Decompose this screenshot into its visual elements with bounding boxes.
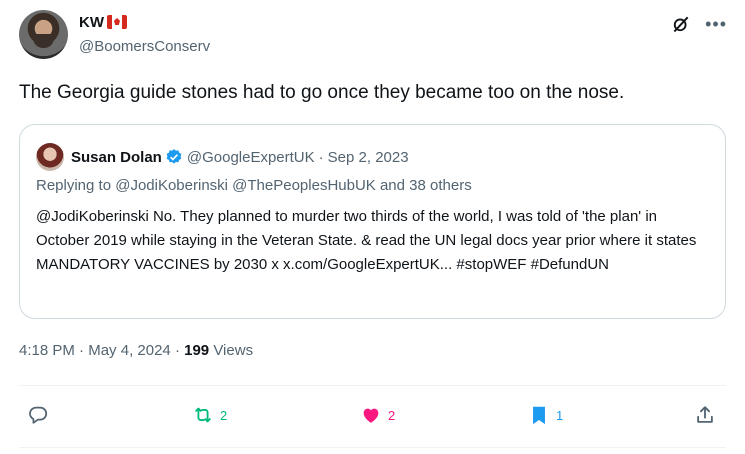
grok-icon[interactable] [671, 14, 691, 34]
avatar-beard [33, 34, 54, 48]
repost-icon [195, 407, 211, 423]
quote-header: Susan Dolan @GoogleExpertUK · Sep 2, 202… [36, 143, 409, 171]
quote-date[interactable]: Sep 2, 2023 [328, 149, 409, 166]
meta-separator: · [174, 342, 180, 359]
verified-badge-icon [166, 149, 182, 164]
quote-author-name[interactable]: Susan Dolan [71, 149, 162, 166]
tweet-time[interactable]: 4:18 PM [19, 342, 75, 359]
author-name-row[interactable]: KW [79, 12, 210, 32]
bookmark-count: 1 [556, 407, 564, 423]
canada-flag-icon [107, 15, 127, 29]
quoted-tweet[interactable]: Susan Dolan @GoogleExpertUK · Sep 2, 202… [19, 124, 726, 319]
action-bar: 2 2 1 [0, 400, 745, 430]
quote-replying-to: Replying to @JodiKoberinski @ThePeoplesH… [36, 177, 472, 194]
quote-author-handle[interactable]: @GoogleExpertUK [187, 149, 315, 166]
author-handle[interactable]: @BoomersConserv [79, 38, 210, 55]
more-icon[interactable]: ••• [705, 15, 727, 33]
share-button[interactable] [694, 400, 716, 430]
divider [19, 447, 726, 448]
meta-separator: · [79, 342, 85, 359]
repost-button[interactable]: 2 [192, 400, 227, 430]
reply-icon [29, 406, 48, 424]
reply-button[interactable] [27, 400, 49, 430]
repost-count: 2 [220, 407, 228, 423]
bookmark-button[interactable]: 1 [528, 400, 563, 430]
views-count: 199 [184, 342, 210, 359]
share-icon [697, 406, 713, 423]
divider [19, 385, 726, 386]
author-avatar[interactable] [19, 10, 68, 59]
bookmark-icon [533, 406, 545, 425]
like-count: 2 [388, 407, 396, 423]
quote-separator: · [318, 148, 324, 166]
tweet-date[interactable]: May 4, 2024 [88, 342, 171, 359]
views-label: Views [213, 342, 254, 359]
quote-avatar[interactable] [36, 143, 64, 171]
heart-icon [363, 408, 379, 423]
tweet-text: The Georgia guide stones had to go once … [19, 82, 625, 103]
author-info: KW @BoomersConserv [79, 12, 210, 56]
quote-body: @JodiKoberinski No. They planned to murd… [36, 208, 697, 273]
like-button[interactable]: 2 [360, 400, 395, 430]
author-name[interactable]: KW [79, 14, 104, 31]
top-actions: ••• [671, 14, 727, 34]
tweet-meta: 4:18 PM · May 4, 2024 · 199 Views [19, 342, 253, 359]
